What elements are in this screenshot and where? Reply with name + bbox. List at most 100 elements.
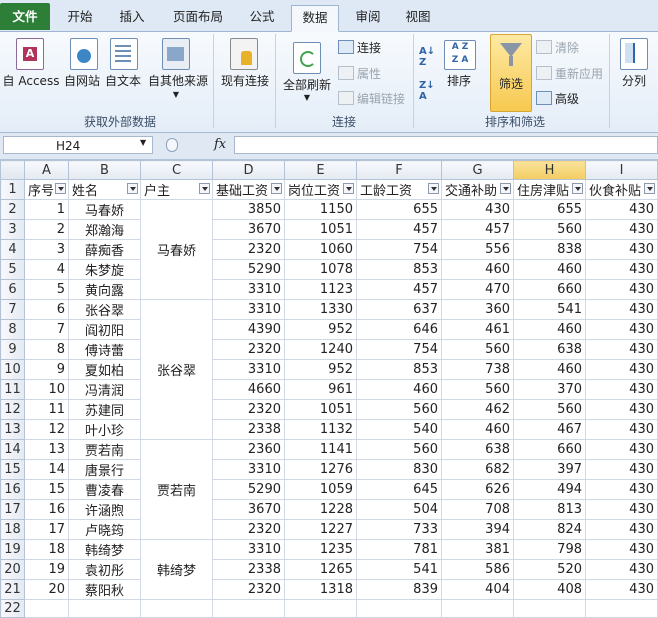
cell-value[interactable]: 838 [513, 239, 586, 260]
cell-value[interactable]: 952 [284, 359, 357, 380]
cell-value[interactable]: 457 [356, 219, 442, 240]
cell-value[interactable]: 952 [284, 319, 357, 340]
header-cell[interactable]: 户主 [140, 179, 213, 200]
filter-dropdown-icon[interactable] [55, 183, 66, 194]
cell-value[interactable]: 3670 [212, 499, 285, 520]
row-header[interactable]: 11 [0, 379, 25, 400]
cell-value[interactable]: 457 [356, 279, 442, 300]
cell-value[interactable]: 5290 [212, 259, 285, 280]
cell-value[interactable]: 430 [585, 459, 658, 480]
cell-name[interactable]: 卢晓筠 [68, 519, 141, 540]
sort-descending-icon[interactable]: Z↓ A [419, 80, 435, 102]
cell-value[interactable]: 397 [513, 459, 586, 480]
cell-value[interactable]: 560 [513, 219, 586, 240]
cell-name[interactable]: 袁初彤 [68, 559, 141, 580]
row-header[interactable]: 5 [0, 259, 25, 280]
cell-value[interactable]: 2320 [212, 399, 285, 420]
row-header[interactable]: 8 [0, 319, 25, 340]
cell-value[interactable]: 430 [585, 259, 658, 280]
tab-insert[interactable]: 插入 [112, 5, 152, 30]
empty-cell[interactable] [356, 599, 442, 618]
row-header[interactable]: 17 [0, 499, 25, 520]
column-header-h[interactable]: H [513, 160, 586, 180]
cell-value[interactable]: 381 [441, 539, 514, 560]
column-header-d[interactable]: D [212, 160, 285, 180]
cell-value[interactable]: 708 [441, 499, 514, 520]
cell-seq[interactable]: 14 [24, 459, 69, 480]
cell-value[interactable]: 798 [513, 539, 586, 560]
cell-value[interactable]: 682 [441, 459, 514, 480]
cell-household-head[interactable]: 贾若南 [140, 439, 213, 540]
empty-cell[interactable] [140, 599, 213, 618]
cell-name[interactable]: 薛痴香 [68, 239, 141, 260]
cell-value[interactable]: 655 [356, 199, 442, 220]
cell-seq[interactable]: 8 [24, 339, 69, 360]
cell-value[interactable]: 1123 [284, 279, 357, 300]
empty-cell[interactable] [284, 599, 357, 618]
header-cell[interactable]: 交通补助 [441, 179, 514, 200]
cell-value[interactable]: 3850 [212, 199, 285, 220]
row-header[interactable]: 18 [0, 519, 25, 540]
cell-value[interactable]: 3310 [212, 459, 285, 480]
cell-name[interactable]: 蔡阳秋 [68, 579, 141, 600]
cell-value[interactable]: 1059 [284, 479, 357, 500]
fx-icon[interactable]: fx [214, 137, 226, 152]
header-cell[interactable]: 姓名 [68, 179, 141, 200]
cell-value[interactable]: 830 [356, 459, 442, 480]
row-header[interactable]: 19 [0, 539, 25, 560]
tab-page-layout[interactable]: 页面布局 [166, 5, 230, 30]
cell-name[interactable]: 唐景行 [68, 459, 141, 480]
cell-value[interactable]: 2360 [212, 439, 285, 460]
cell-value[interactable]: 430 [585, 539, 658, 560]
row-header[interactable]: 6 [0, 279, 25, 300]
cell-seq[interactable]: 13 [24, 439, 69, 460]
cell-seq[interactable]: 20 [24, 579, 69, 600]
cell-value[interactable]: 560 [441, 339, 514, 360]
cell-name[interactable]: 朱梦旋 [68, 259, 141, 280]
row-header[interactable]: 20 [0, 559, 25, 580]
row-header[interactable]: 15 [0, 459, 25, 480]
cell-value[interactable]: 560 [356, 439, 442, 460]
cell-value[interactable]: 460 [513, 359, 586, 380]
cell-seq[interactable]: 2 [24, 219, 69, 240]
cell-value[interactable]: 470 [441, 279, 514, 300]
cell-value[interactable]: 5290 [212, 479, 285, 500]
clear-button[interactable]: 清除 [536, 39, 579, 56]
column-header-i[interactable]: I [585, 160, 658, 180]
cell-value[interactable]: 541 [513, 299, 586, 320]
cell-value[interactable]: 556 [441, 239, 514, 260]
chevron-down-icon[interactable]: ▼ [140, 138, 146, 147]
row-header[interactable]: 10 [0, 359, 25, 380]
row-header[interactable]: 16 [0, 479, 25, 500]
row-header[interactable]: 4 [0, 239, 25, 260]
cell-value[interactable]: 460 [441, 259, 514, 280]
cell-value[interactable]: 494 [513, 479, 586, 500]
row-header[interactable]: 1 [0, 179, 25, 200]
row-header[interactable]: 9 [0, 339, 25, 360]
cell-value[interactable]: 733 [356, 519, 442, 540]
cell-value[interactable]: 2320 [212, 519, 285, 540]
cell-value[interactable]: 1051 [284, 399, 357, 420]
cell-name[interactable]: 张谷翠 [68, 299, 141, 320]
cell-value[interactable]: 457 [441, 219, 514, 240]
cell-value[interactable]: 2320 [212, 239, 285, 260]
cell-value[interactable]: 461 [441, 319, 514, 340]
tab-formulas[interactable]: 公式 [242, 5, 282, 30]
cell-value[interactable]: 4660 [212, 379, 285, 400]
cell-value[interactable]: 467 [513, 419, 586, 440]
cell-value[interactable]: 1078 [284, 259, 357, 280]
cell-value[interactable]: 638 [513, 339, 586, 360]
cell-value[interactable]: 1235 [284, 539, 357, 560]
cell-value[interactable]: 460 [513, 259, 586, 280]
cell-value[interactable]: 655 [513, 199, 586, 220]
cell-value[interactable]: 541 [356, 559, 442, 580]
cell-seq[interactable]: 17 [24, 519, 69, 540]
cell-seq[interactable]: 6 [24, 299, 69, 320]
cell-value[interactable]: 430 [441, 199, 514, 220]
cell-value[interactable]: 781 [356, 539, 442, 560]
cell-value[interactable]: 560 [356, 399, 442, 420]
cell-value[interactable]: 1141 [284, 439, 357, 460]
cell-value[interactable]: 430 [585, 299, 658, 320]
sort-ascending-icon[interactable]: A↓ Z [419, 46, 435, 68]
cell-name[interactable]: 叶小珍 [68, 419, 141, 440]
